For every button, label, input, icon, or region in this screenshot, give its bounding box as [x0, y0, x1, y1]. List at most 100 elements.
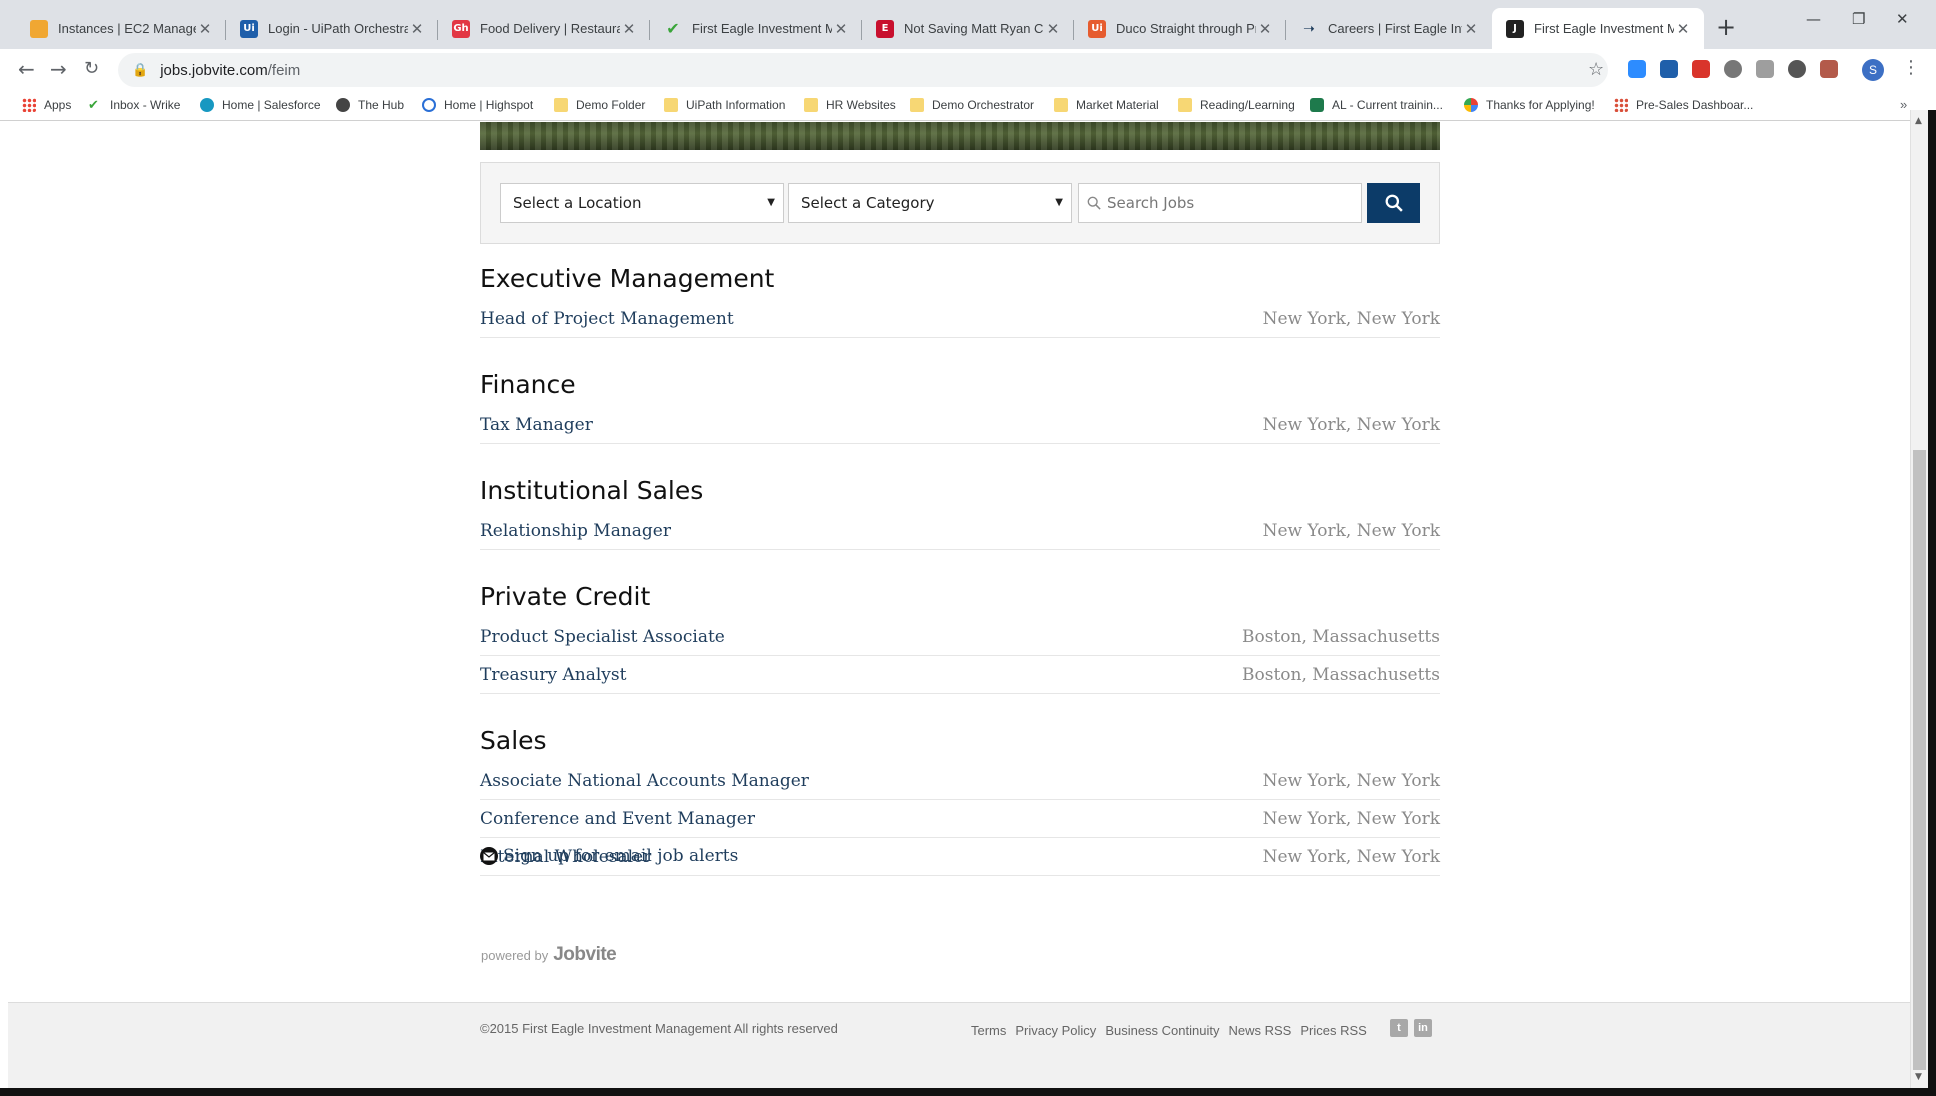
job-row: Associate National Accounts Manager New … — [480, 762, 1440, 800]
location-select[interactable]: Select a Location ▼ — [500, 183, 784, 223]
bookmark-star-icon[interactable]: ☆ — [1588, 59, 1604, 80]
forward-icon[interactable]: → — [50, 57, 67, 81]
close-icon[interactable]: ✕ — [1044, 20, 1062, 38]
pdf-extension-icon[interactable] — [1820, 60, 1838, 78]
job-title-link[interactable]: Tax Manager — [480, 406, 593, 443]
bookmark-al-current-training[interactable]: AL - Current trainin... — [1310, 98, 1443, 112]
job-title-link[interactable]: Head of Project Management — [480, 300, 734, 337]
job-title-link[interactable]: Relationship Manager — [480, 512, 671, 549]
folder-icon — [1054, 98, 1068, 112]
bookmark-hr-websites[interactable]: HR Websites — [804, 98, 896, 112]
browser-tab[interactable]: Ui Duco Straight through Proc ✕ — [1074, 8, 1286, 49]
menu-kebab-icon[interactable]: ⋮ — [1902, 57, 1920, 78]
profile-avatar[interactable]: S — [1862, 59, 1884, 81]
bookmark-uipath-information[interactable]: UiPath Information — [664, 98, 785, 112]
scroll-down-icon[interactable]: ▼ — [1915, 1072, 1922, 1082]
bookmark-label: AL - Current trainin... — [1332, 98, 1443, 112]
close-icon[interactable]: ✕ — [1256, 20, 1274, 38]
url-domain: jobs.jobvite.com — [160, 61, 268, 79]
bookmark-reading-learning[interactable]: Reading/Learning — [1178, 98, 1295, 112]
scrollbar-thumb[interactable] — [1913, 450, 1926, 1070]
linkedin-icon[interactable]: in — [1414, 1019, 1432, 1037]
twitter-icon[interactable]: t — [1390, 1019, 1408, 1037]
jobvite-logo: Jobvite — [553, 944, 617, 965]
powered-by-jobvite[interactable]: powered by Jobvite — [481, 944, 617, 966]
browser-tab[interactable]: Gh Food Delivery | Restaurant T ✕ — [438, 8, 650, 49]
circle-extension-icon[interactable] — [1788, 60, 1806, 78]
tab-title: Not Saving Matt Ryan Club — [904, 21, 1044, 36]
group-title: Executive Management — [480, 264, 775, 293]
footer-link-prices-rss[interactable]: Prices RSS — [1300, 1023, 1366, 1038]
jobvite-favicon-icon: J — [1506, 19, 1524, 38]
bookmark-demo-orchestrator[interactable]: Demo Orchestrator — [910, 98, 1034, 112]
search-button[interactable] — [1367, 183, 1420, 223]
close-icon[interactable]: ✕ — [1462, 20, 1480, 38]
footer-links: Terms Privacy Policy Business Continuity… — [971, 1023, 1367, 1038]
job-title-link[interactable]: Treasury Analyst — [480, 656, 626, 693]
job-group: Private Credit Product Specialist Associ… — [480, 580, 1440, 694]
salesforce-cloud-icon — [200, 98, 214, 112]
folder-icon — [1178, 98, 1192, 112]
close-icon[interactable]: ✕ — [832, 20, 850, 38]
browser-tab[interactable]: E Not Saving Matt Ryan Club ✕ — [862, 8, 1074, 49]
apps-grid-icon — [22, 98, 36, 112]
al-training-icon — [1310, 98, 1324, 112]
zoom-extension-icon[interactable] — [1628, 60, 1646, 78]
window-close-icon[interactable]: ✕ — [1896, 10, 1909, 28]
bookmark-label: The Hub — [358, 98, 405, 112]
bookmark-pre-sales-dashboard[interactable]: Pre-Sales Dashboar... — [1614, 98, 1753, 112]
job-title-link[interactable]: Conference and Event Manager — [480, 800, 755, 837]
browser-tab[interactable]: Instances | EC2 Management ✕ — [16, 8, 226, 49]
job-location: New York, New York — [1262, 809, 1440, 829]
minimize-icon[interactable]: — — [1806, 10, 1821, 28]
bookmarks-overflow-icon[interactable]: » — [1900, 97, 1907, 112]
close-icon[interactable]: ✕ — [620, 20, 638, 38]
page-scrollbar[interactable]: ▲ ▼ — [1910, 110, 1928, 1088]
close-icon[interactable]: ✕ — [1674, 20, 1692, 38]
category-select[interactable]: Select a Category ▼ — [788, 183, 1072, 223]
cloud-extension-icon[interactable] — [1724, 60, 1742, 78]
footer-link-business-continuity[interactable]: Business Continuity — [1105, 1023, 1219, 1038]
restore-icon[interactable]: ❐ — [1852, 10, 1865, 28]
close-icon[interactable]: ✕ — [196, 20, 214, 38]
close-icon[interactable]: ✕ — [408, 20, 426, 38]
footer-link-terms[interactable]: Terms — [971, 1023, 1006, 1038]
bookmark-apps[interactable]: Apps — [22, 98, 71, 112]
reload-icon[interactable]: ↻ — [84, 58, 99, 79]
search-icon — [1385, 194, 1403, 212]
back-icon[interactable]: ← — [18, 57, 35, 81]
tab-strip: Instances | EC2 Management ✕ Ui Login - … — [0, 0, 1936, 49]
bookmark-the-hub[interactable]: The Hub — [336, 98, 404, 112]
aws-favicon-icon — [30, 19, 48, 38]
bookmark-thanks-for-applying[interactable]: Thanks for Applying! — [1464, 98, 1595, 112]
bookmark-wrike[interactable]: ✔ Inbox - Wrike — [88, 98, 180, 113]
email-alerts-link[interactable]: Sign up for email job alerts — [480, 846, 738, 866]
job-title-link[interactable]: Associate National Accounts Manager — [480, 762, 809, 799]
red-extension-icon[interactable] — [1692, 60, 1710, 78]
new-tab-icon[interactable]: + — [1716, 13, 1736, 41]
category-select-label: Select a Category — [801, 194, 935, 212]
page-viewport: Select a Location ▼ Select a Category ▼ … — [0, 122, 1910, 1088]
browser-tab[interactable]: ➝ Careers | First Eagle Investm ✕ — [1286, 8, 1492, 49]
bookmark-demo-folder[interactable]: Demo Folder — [554, 98, 645, 112]
footer-link-privacy-policy[interactable]: Privacy Policy — [1015, 1023, 1096, 1038]
scroll-up-icon[interactable]: ▲ — [1915, 116, 1922, 126]
bookmark-highspot[interactable]: Home | Highspot — [422, 98, 533, 112]
search-jobs-input[interactable]: Search Jobs — [1078, 183, 1362, 223]
job-title-link[interactable]: Product Specialist Associate — [480, 618, 725, 655]
grey-extension-icon[interactable] — [1756, 60, 1774, 78]
bookmark-salesforce[interactable]: Home | Salesforce — [200, 98, 321, 112]
search-icon — [1087, 196, 1101, 210]
bookmark-label: Demo Orchestrator — [932, 98, 1035, 112]
bookmarks-bar: Apps ✔ Inbox - Wrike Home | Salesforce T… — [0, 91, 1936, 121]
group-title: Private Credit — [480, 582, 651, 611]
address-bar[interactable]: 🔒 jobs.jobvite.com/feim — [118, 53, 1608, 87]
lock-icon: 🔒 — [132, 62, 149, 77]
browser-tab-active[interactable]: J First Eagle Investment Mana ✕ — [1492, 8, 1704, 49]
job-row: Relationship Manager New York, New York — [480, 512, 1440, 550]
bookmark-market-material[interactable]: Market Material — [1054, 98, 1159, 112]
footer-link-news-rss[interactable]: News RSS — [1228, 1023, 1291, 1038]
browser-tab[interactable]: Ui Login - UiPath Orchestrator ✕ — [226, 8, 438, 49]
browser-tab[interactable]: ✔ First Eagle Investment Mana ✕ — [650, 8, 862, 49]
uipath-extension-icon[interactable] — [1660, 60, 1678, 78]
